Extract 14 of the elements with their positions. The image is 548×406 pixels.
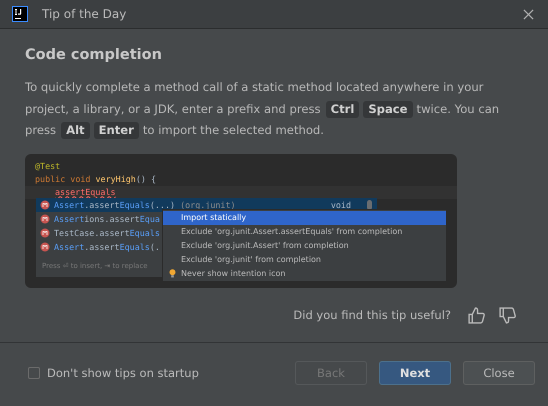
code-token: @Test	[35, 160, 60, 170]
window-title: Tip of the Day	[42, 7, 128, 21]
code-token: public void	[35, 174, 92, 184]
key-cap: Ctrl	[326, 100, 360, 118]
feedback-question: Did you find this tip useful?	[293, 308, 451, 322]
code-token: veryHigh	[96, 174, 136, 184]
tip-heading: Code completion	[25, 47, 163, 63]
tip-text: To quickly complete a method call of a static method located anywhere in your project, a library, or a JDK, enter a prefix and press Ctrl Space twice. You can press Alt Enter to import the selected method.	[25, 79, 500, 141]
code-token: () {	[136, 174, 156, 184]
code-token: assertEquals	[55, 186, 116, 196]
key-cap: Alt	[61, 122, 90, 139]
checkbox-label: Don't show tips on startup	[47, 366, 199, 380]
key-cap: Space	[363, 100, 413, 118]
key-cap: Enter	[94, 122, 139, 139]
